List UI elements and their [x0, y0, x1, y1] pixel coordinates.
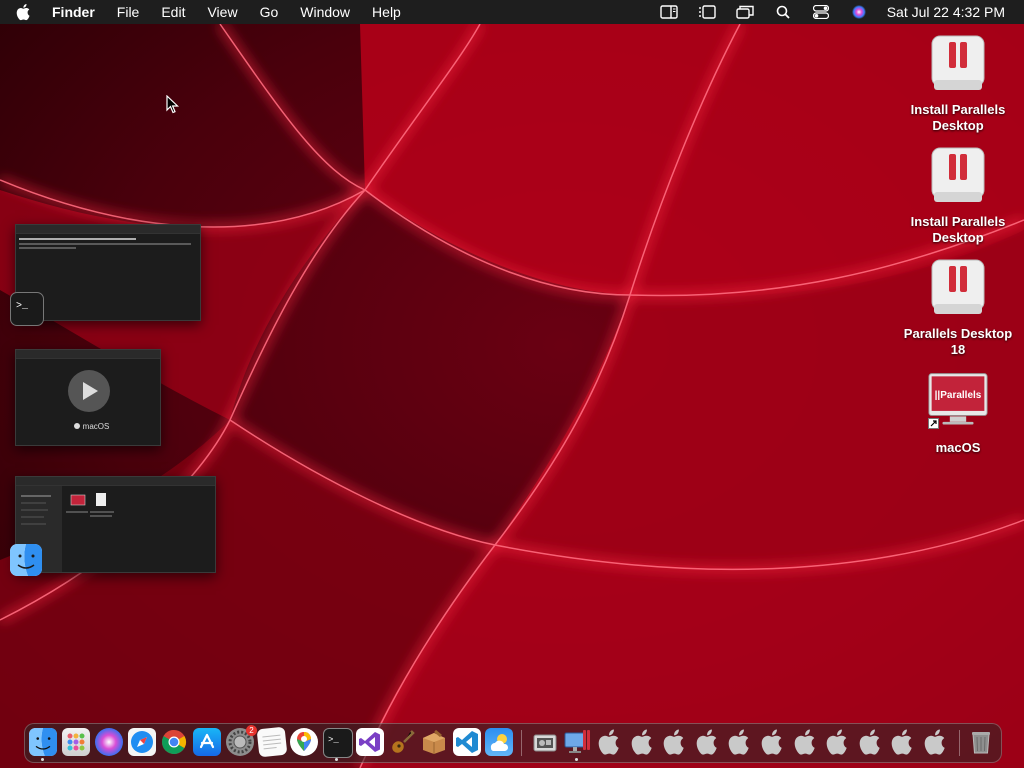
parallels-installer-icon [928, 144, 988, 210]
apple-icon[interactable] [661, 728, 689, 756]
screen-mirroring-icon[interactable] [735, 4, 755, 20]
stage-manager-icon[interactable] [697, 4, 717, 20]
window-titlebar [16, 477, 215, 486]
alias-arrow-icon [928, 418, 939, 429]
sidebar-icon[interactable] [659, 4, 679, 20]
menu-app-name[interactable]: Finder [52, 4, 95, 20]
parallels-logo-text: ||Parallels [935, 390, 982, 401]
dock-separator [959, 730, 960, 756]
desktop-icon-label: Parallels Desktop 18 [903, 326, 1013, 357]
terminal-output-preview [19, 238, 191, 249]
apple-menu-icon[interactable] [16, 3, 36, 21]
apple-icon[interactable] [726, 728, 754, 756]
apple-icon[interactable] [792, 728, 820, 756]
finder-icon[interactable] [10, 544, 42, 576]
running-indicator [335, 758, 338, 761]
archive-icon[interactable] [420, 728, 448, 756]
dock-separator [521, 730, 522, 756]
stage-window-finder[interactable] [15, 476, 216, 573]
guitar-icon[interactable] [388, 728, 416, 756]
chrome-icon[interactable] [160, 728, 188, 756]
menu-window[interactable]: Window [300, 4, 350, 20]
menu-help[interactable]: Help [372, 4, 401, 20]
desktop-icon-label: Install Parallels Desktop [910, 214, 1006, 245]
apple-icon[interactable] [889, 728, 917, 756]
vm-preview: macOS [68, 370, 110, 431]
terminal-icon[interactable]: >_ [323, 728, 353, 758]
stage-window-macos-vm[interactable]: macOS [15, 349, 161, 446]
svg-text:>_: >_ [328, 735, 339, 745]
running-indicator [41, 758, 44, 761]
window-titlebar [16, 350, 160, 359]
desktop-icon-parallels-desktop-18[interactable]: Parallels Desktop 18 [900, 256, 1016, 358]
bootcamp-icon[interactable] [531, 728, 559, 756]
parallels-installer-icon [928, 32, 988, 98]
apple-icon[interactable] [629, 728, 657, 756]
desktop-icon-macos-vm[interactable]: ||Parallels macOS [900, 370, 1016, 456]
siri-icon[interactable] [849, 4, 869, 20]
control-center-icon[interactable] [811, 4, 831, 20]
siri-icon[interactable] [95, 728, 123, 756]
apple-icon[interactable] [596, 728, 624, 756]
finder-preview [16, 486, 114, 572]
dock: 2 >_ [24, 723, 1002, 763]
parallels-dock-icon[interactable] [563, 728, 591, 756]
mouse-pointer-icon [166, 95, 179, 114]
apple-icon [74, 423, 80, 429]
menu-go[interactable]: Go [260, 4, 279, 20]
trash-icon[interactable] [967, 728, 995, 756]
menu-edit[interactable]: Edit [161, 4, 185, 20]
apple-icon[interactable] [922, 728, 950, 756]
finder-icon[interactable] [29, 728, 57, 756]
menu-view[interactable]: View [207, 4, 237, 20]
desktop-icon-label: Install Parallels Desktop [910, 102, 1006, 133]
safari-icon[interactable] [128, 728, 156, 756]
system-settings-icon[interactable]: 2 [226, 725, 257, 756]
textedit-icon[interactable] [256, 726, 288, 758]
maps-icon[interactable] [290, 728, 318, 756]
svg-text:>_: >_ [16, 301, 29, 312]
window-titlebar [16, 225, 200, 234]
menu-file[interactable]: File [117, 4, 140, 20]
desktop-icon-install-parallels-2[interactable]: Install Parallels Desktop [900, 144, 1016, 246]
menu-bar: Finder File Edit View Go Window Help Sat… [0, 0, 1024, 24]
desktop-icon-label: macOS [935, 440, 981, 455]
apple-icon[interactable] [857, 728, 885, 756]
visual-studio-icon[interactable] [356, 728, 384, 756]
parallels-installer-icon [928, 256, 988, 322]
weather-icon[interactable] [485, 728, 513, 756]
spotlight-icon[interactable] [773, 4, 793, 20]
apple-icon[interactable] [694, 728, 722, 756]
parallels-vm-icon: ||Parallels [928, 370, 988, 436]
launchpad-icon[interactable] [62, 728, 90, 756]
menubar-clock[interactable]: Sat Jul 22 4:32 PM [887, 4, 1005, 20]
desktop-icon-install-parallels-1[interactable]: Install Parallels Desktop [900, 32, 1016, 134]
vm-caption: macOS [83, 422, 110, 431]
notification-badge: 2 [246, 725, 257, 736]
running-indicator [575, 758, 578, 761]
apple-icon[interactable] [759, 728, 787, 756]
vscode-icon[interactable] [453, 728, 481, 756]
app-store-icon[interactable] [193, 728, 221, 756]
apple-icon[interactable] [824, 728, 852, 756]
terminal-icon[interactable]: >_ [10, 292, 44, 326]
